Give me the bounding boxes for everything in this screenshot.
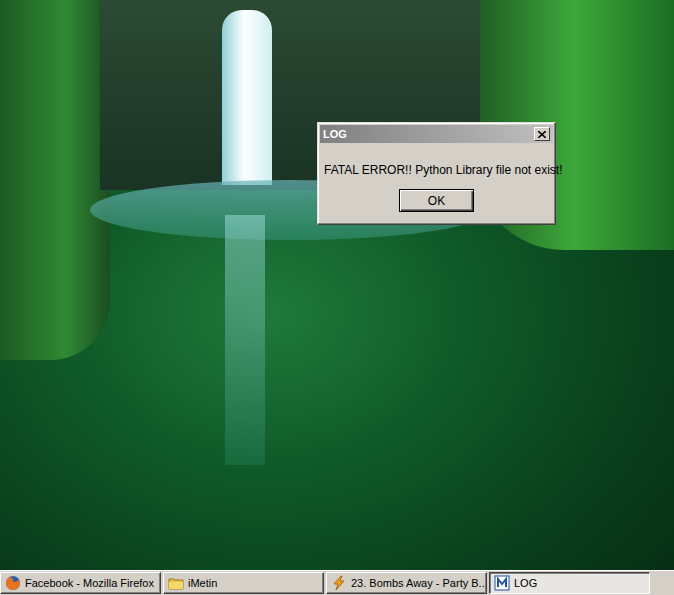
taskbar-button[interactable]: 23. Bombs Away - Party B... [326,572,487,594]
player-icon [331,575,347,591]
firefox-icon [5,575,21,591]
wallpaper-reflection [225,215,265,465]
taskbar: Facebook - Mozilla Firefox iMetin 23. Bomb… [0,570,674,595]
app-icon [494,575,510,591]
taskbar-label: 23. Bombs Away - Party B... [351,578,487,589]
taskbar-label: LOG [514,578,537,589]
button-row: OK [320,189,553,222]
close-icon [538,131,546,138]
error-dialog: LOG FATAL ERROR!! Python Library file not… [317,122,556,225]
error-message: FATAL ERROR!! Python Library file not ex… [320,143,553,189]
folder-icon [168,575,184,591]
taskbar-button[interactable]: Facebook - Mozilla Firefox [0,572,161,594]
taskbar-button[interactable]: LOG [489,572,650,594]
desktop: LOG FATAL ERROR!! Python Library file not… [0,0,674,570]
ok-button[interactable]: OK [399,189,474,212]
wallpaper-cliff-left [0,0,110,360]
title-bar[interactable]: LOG [320,125,553,143]
dialog-title: LOG [323,129,347,140]
wallpaper-waterfall [222,10,272,185]
taskbar-button[interactable]: iMetin [163,572,324,594]
taskbar-label: Facebook - Mozilla Firefox [25,578,154,589]
taskbar-label: iMetin [188,578,217,589]
close-button[interactable] [534,127,550,141]
